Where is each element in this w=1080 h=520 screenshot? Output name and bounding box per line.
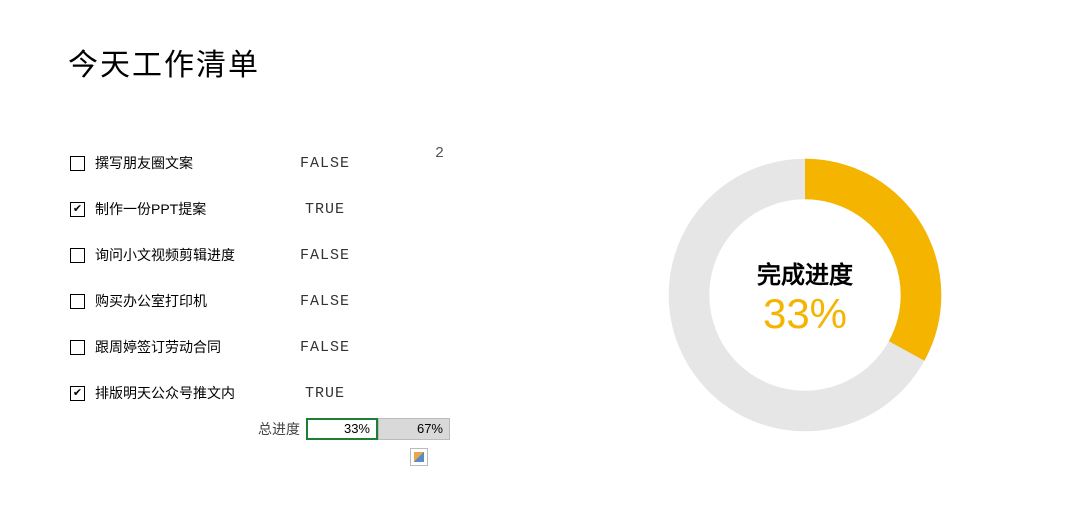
task-row: 撰写朋友圈文案 FALSE — [70, 140, 365, 186]
task-row: ✔ 制作一份PPT提案 TRUE — [70, 186, 365, 232]
task-list: 撰写朋友圈文案 FALSE ✔ 制作一份PPT提案 TRUE 询问小文视频剪辑进… — [70, 140, 365, 416]
checkbox[interactable] — [70, 340, 85, 355]
task-label: 撰写朋友圈文案 — [95, 153, 285, 173]
task-status: FALSE — [285, 247, 365, 264]
checkbox[interactable] — [70, 156, 85, 171]
task-label: 跟周婷签订劳动合同 — [95, 337, 285, 357]
donut-percent: 33% — [660, 290, 950, 338]
cell-remain-pct[interactable]: 67% — [378, 418, 450, 440]
checkbox[interactable]: ✔ — [70, 202, 85, 217]
task-status: FALSE — [285, 339, 365, 356]
checkbox[interactable]: ✔ — [70, 386, 85, 401]
summary-row: 总进度 33% 67% — [258, 418, 450, 440]
page-title: 今天工作清单 — [68, 40, 260, 84]
task-label: 排版明天公众号推文内 — [95, 383, 285, 403]
task-row: 购买办公室打印机 FALSE — [70, 278, 365, 324]
checkbox[interactable] — [70, 248, 85, 263]
task-label: 购买办公室打印机 — [95, 291, 285, 311]
task-status: TRUE — [285, 201, 365, 218]
task-label: 制作一份PPT提案 — [95, 199, 285, 219]
progress-donut-chart: 完成进度 33% — [660, 150, 950, 440]
task-status: FALSE — [285, 155, 365, 172]
checkbox[interactable] — [70, 294, 85, 309]
task-label: 询问小文视频剪辑进度 — [95, 245, 285, 265]
task-row: ✔ 排版明天公众号推文内 TRUE — [70, 370, 365, 416]
task-status: TRUE — [285, 385, 365, 402]
task-row: 跟周婷签订劳动合同 FALSE — [70, 324, 365, 370]
task-row: 询问小文视频剪辑进度 FALSE — [70, 232, 365, 278]
count-value: 2 — [435, 145, 444, 162]
summary-label: 总进度 — [258, 419, 300, 439]
task-status: FALSE — [285, 293, 365, 310]
paste-options-icon[interactable] — [410, 448, 428, 466]
donut-title: 完成进度 — [660, 255, 950, 290]
cell-done-pct[interactable]: 33% — [306, 418, 378, 440]
